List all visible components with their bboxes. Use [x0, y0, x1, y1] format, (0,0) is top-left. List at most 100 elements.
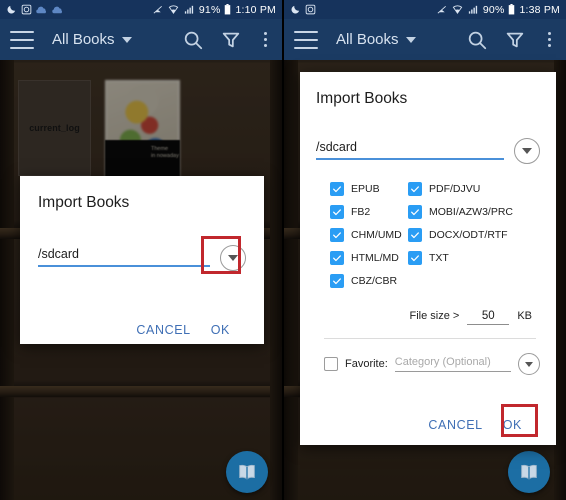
checkbox-checked-icon — [408, 251, 422, 265]
do-not-disturb-icon — [21, 4, 32, 15]
right-dialog-actions: CANCEL OK — [316, 412, 540, 438]
signal-icon — [468, 5, 477, 14]
import-path-input[interactable]: /sdcard — [316, 140, 504, 160]
moon-icon — [291, 5, 300, 14]
caret-down-circle-icon — [522, 148, 532, 154]
toolbar-title-group[interactable]: All Books — [336, 31, 416, 48]
format-checkbox-pdf-djvu[interactable]: PDF/DJVU — [408, 182, 540, 196]
grid-spacer — [408, 274, 540, 288]
hamburger-menu-icon[interactable] — [10, 30, 34, 49]
battery-percent: 91% — [198, 3, 221, 16]
format-label: PDF/DJVU — [429, 183, 481, 195]
overflow-menu-icon[interactable] — [542, 32, 556, 47]
checkbox-checked-icon — [408, 205, 422, 219]
status-system-icons: 91% 1:10 PM — [152, 4, 276, 16]
left-phone-screen: 91% 1:10 PM All Books current_log Theme … — [0, 0, 282, 500]
open-book-icon — [239, 464, 255, 480]
import-path-row: /sdcard — [316, 138, 540, 164]
left-import-books-dialog: Import Books /sdcard CANCEL OK — [20, 176, 264, 344]
no-sim-icon — [437, 5, 446, 14]
favorite-label: Favorite: — [345, 358, 388, 370]
no-sim-icon — [153, 5, 162, 14]
file-size-unit: KB — [517, 310, 532, 322]
favorite-category-input[interactable]: Category (Optional) — [394, 356, 511, 372]
toolbar-actions — [466, 29, 556, 51]
format-label: EPUB — [351, 183, 380, 195]
favorite-dropdown-button[interactable] — [518, 353, 540, 375]
format-checkbox-cbz-cbr[interactable]: CBZ/CBR — [330, 274, 408, 288]
format-label: CHM/UMD — [351, 229, 402, 241]
format-checkbox-grid: EPUB PDF/DJVU FB2 MOBI/AZW3/PRC CHM/UMD … — [330, 182, 540, 288]
right-import-books-dialog: Import Books /sdcard EPUB PDF/DJVU FB2 M… — [300, 72, 556, 445]
battery-icon — [225, 4, 231, 15]
path-dropdown-button[interactable] — [220, 245, 246, 271]
status-notification-icons — [6, 4, 64, 15]
checkbox-checked-icon — [330, 205, 344, 219]
cloud-icon — [36, 6, 47, 14]
clock: 1:10 PM — [235, 3, 276, 16]
favorite-row: Favorite: Category (Optional) — [324, 353, 540, 375]
format-label: CBZ/CBR — [351, 275, 398, 287]
right-phone-screen: 90% 1:38 PM All Books Import Books /sdca… — [282, 0, 566, 500]
caret-down-icon — [405, 36, 416, 43]
battery-percent: 90% — [482, 3, 505, 16]
format-checkbox-epub[interactable]: EPUB — [330, 182, 408, 196]
format-checkbox-fb2[interactable]: FB2 — [330, 205, 408, 219]
toolbar-actions — [182, 29, 272, 51]
left-dialog-actions: CANCEL OK — [38, 317, 246, 343]
battery-icon — [509, 4, 515, 15]
format-checkbox-txt[interactable]: TXT — [408, 251, 540, 265]
checkbox-checked-icon — [330, 251, 344, 265]
caret-down-icon — [121, 36, 132, 43]
checkbox-checked-icon — [408, 182, 422, 196]
format-checkbox-html-md[interactable]: HTML/MD — [330, 251, 408, 265]
checkbox-checked-icon — [408, 228, 422, 242]
import-path-input[interactable]: /sdcard — [38, 247, 210, 267]
page-title: All Books — [336, 31, 399, 48]
format-checkbox-docx-odt-rtf[interactable]: DOCX/ODT/RTF — [408, 228, 540, 242]
ok-button[interactable]: OK — [493, 412, 532, 438]
status-notification-icons — [290, 4, 316, 15]
file-size-row: File size > 50 KB — [316, 310, 532, 325]
format-label: MOBI/AZW3/PRC — [429, 206, 514, 218]
left-app-toolbar: All Books — [0, 19, 282, 60]
wifi-icon — [168, 5, 179, 14]
status-system-icons: 90% 1:38 PM — [436, 4, 560, 16]
checkbox-checked-icon — [330, 182, 344, 196]
path-dropdown-button[interactable] — [514, 138, 540, 164]
search-icon[interactable] — [182, 29, 204, 51]
open-book-fab[interactable] — [226, 451, 268, 493]
format-checkbox-chm-umd[interactable]: CHM/UMD — [330, 228, 408, 242]
wifi-icon — [452, 5, 463, 14]
file-size-input[interactable]: 50 — [467, 310, 510, 325]
caret-down-circle-icon — [525, 361, 533, 367]
format-checkbox-mobi-azw3-prc[interactable]: MOBI/AZW3/PRC — [408, 205, 540, 219]
open-book-icon — [521, 464, 537, 480]
toolbar-title-group[interactable]: All Books — [52, 31, 132, 48]
section-divider — [324, 338, 536, 339]
cancel-button[interactable]: CANCEL — [418, 412, 492, 438]
search-icon[interactable] — [466, 29, 488, 51]
right-status-bar: 90% 1:38 PM — [284, 0, 566, 19]
format-label: TXT — [429, 252, 449, 264]
left-status-bar: 91% 1:10 PM — [0, 0, 282, 19]
favorite-checkbox[interactable] — [324, 357, 338, 371]
dialog-title: Import Books — [38, 194, 130, 211]
signal-icon — [184, 5, 193, 14]
filter-funnel-icon[interactable] — [220, 29, 242, 51]
overflow-menu-icon[interactable] — [258, 32, 272, 47]
checkbox-checked-icon — [330, 274, 344, 288]
file-size-label: File size > — [409, 310, 460, 322]
ok-button[interactable]: OK — [201, 317, 240, 343]
caret-down-circle-icon — [228, 255, 238, 261]
clock: 1:38 PM — [519, 3, 560, 16]
dialog-title: Import Books — [316, 90, 408, 107]
format-label: HTML/MD — [351, 252, 399, 264]
open-book-fab[interactable] — [508, 451, 550, 493]
page-title: All Books — [52, 31, 115, 48]
hamburger-menu-icon[interactable] — [294, 30, 318, 49]
import-path-row: /sdcard — [38, 245, 246, 271]
format-label: FB2 — [351, 206, 371, 218]
cancel-button[interactable]: CANCEL — [126, 317, 200, 343]
filter-funnel-icon[interactable] — [504, 29, 526, 51]
